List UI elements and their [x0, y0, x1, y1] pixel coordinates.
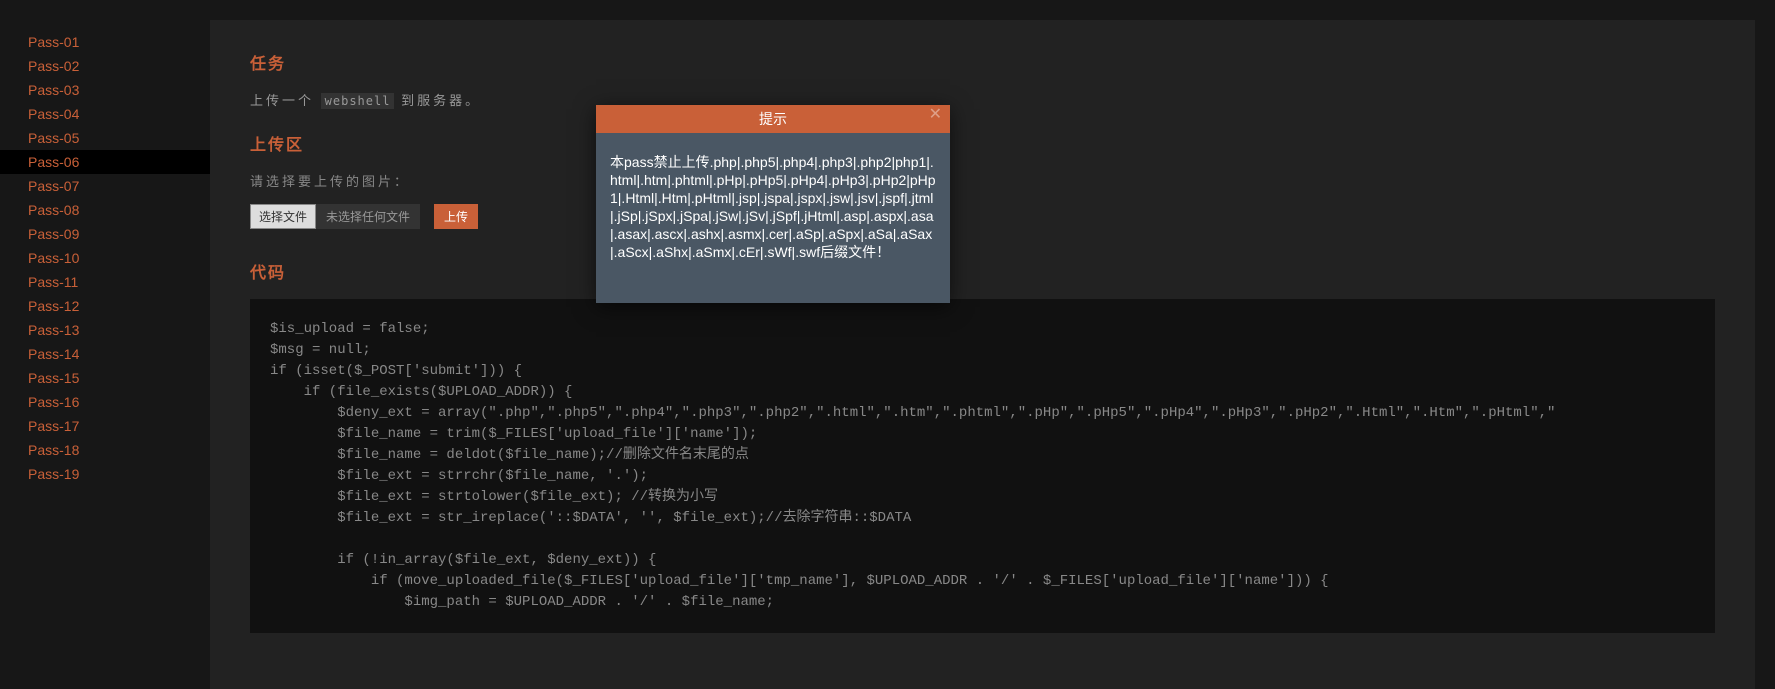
sidebar-item-pass-08[interactable]: Pass-08 [0, 198, 210, 222]
sidebar-item-pass-03[interactable]: Pass-03 [0, 78, 210, 102]
upload-row: 选择文件 未选择任何文件 上传 [250, 204, 1715, 229]
sidebar-item-pass-14[interactable]: Pass-14 [0, 342, 210, 366]
task-heading: 任务 [250, 50, 1715, 74]
file-placeholder-text: 未选择任何文件 [316, 208, 420, 225]
sidebar-item-pass-18[interactable]: Pass-18 [0, 438, 210, 462]
sidebar: Pass-01 Pass-02 Pass-03 Pass-04 Pass-05 … [0, 30, 210, 486]
sidebar-item-pass-17[interactable]: Pass-17 [0, 414, 210, 438]
choose-file-button[interactable]: 选择文件 [250, 204, 316, 229]
sidebar-item-pass-04[interactable]: Pass-04 [0, 102, 210, 126]
sidebar-item-pass-16[interactable]: Pass-16 [0, 390, 210, 414]
upload-button[interactable]: 上传 [434, 204, 478, 229]
task-desc-suffix: 到服务器。 [401, 93, 481, 108]
task-desc-code: webshell [321, 93, 395, 109]
sidebar-item-pass-11[interactable]: Pass-11 [0, 270, 210, 294]
file-input[interactable]: 选择文件 未选择任何文件 [250, 204, 420, 229]
hint-modal: 提示 ✕ 本pass禁止上传.php|.php5|.php4|.php3|.ph… [596, 105, 950, 303]
sidebar-item-pass-05[interactable]: Pass-05 [0, 126, 210, 150]
sidebar-item-pass-09[interactable]: Pass-09 [0, 222, 210, 246]
sidebar-item-pass-13[interactable]: Pass-13 [0, 318, 210, 342]
sidebar-item-pass-15[interactable]: Pass-15 [0, 366, 210, 390]
sidebar-item-pass-07[interactable]: Pass-07 [0, 174, 210, 198]
code-heading: 代码 [250, 259, 1715, 283]
upload-label: 请选择要上传的图片： [250, 171, 1715, 190]
task-desc-prefix: 上传一个 [250, 93, 314, 108]
task-description: 上传一个 webshell 到服务器。 [250, 90, 1715, 109]
sidebar-item-pass-02[interactable]: Pass-02 [0, 54, 210, 78]
upload-heading: 上传区 [250, 131, 1715, 155]
sidebar-item-pass-12[interactable]: Pass-12 [0, 294, 210, 318]
sidebar-item-pass-19[interactable]: Pass-19 [0, 462, 210, 486]
sidebar-item-pass-10[interactable]: Pass-10 [0, 246, 210, 270]
main-content: 任务 上传一个 webshell 到服务器。 上传区 请选择要上传的图片： 选择… [210, 20, 1755, 689]
modal-title: 提示 [759, 111, 787, 127]
sidebar-item-pass-01[interactable]: Pass-01 [0, 30, 210, 54]
modal-body: 本pass禁止上传.php|.php5|.php4|.php3|.php2|ph… [596, 133, 950, 303]
close-icon[interactable]: ✕ [929, 107, 942, 123]
code-block: $is_upload = false; $msg = null; if (iss… [250, 299, 1715, 633]
modal-header: 提示 ✕ [596, 105, 950, 133]
sidebar-item-pass-06[interactable]: Pass-06 [0, 150, 210, 174]
